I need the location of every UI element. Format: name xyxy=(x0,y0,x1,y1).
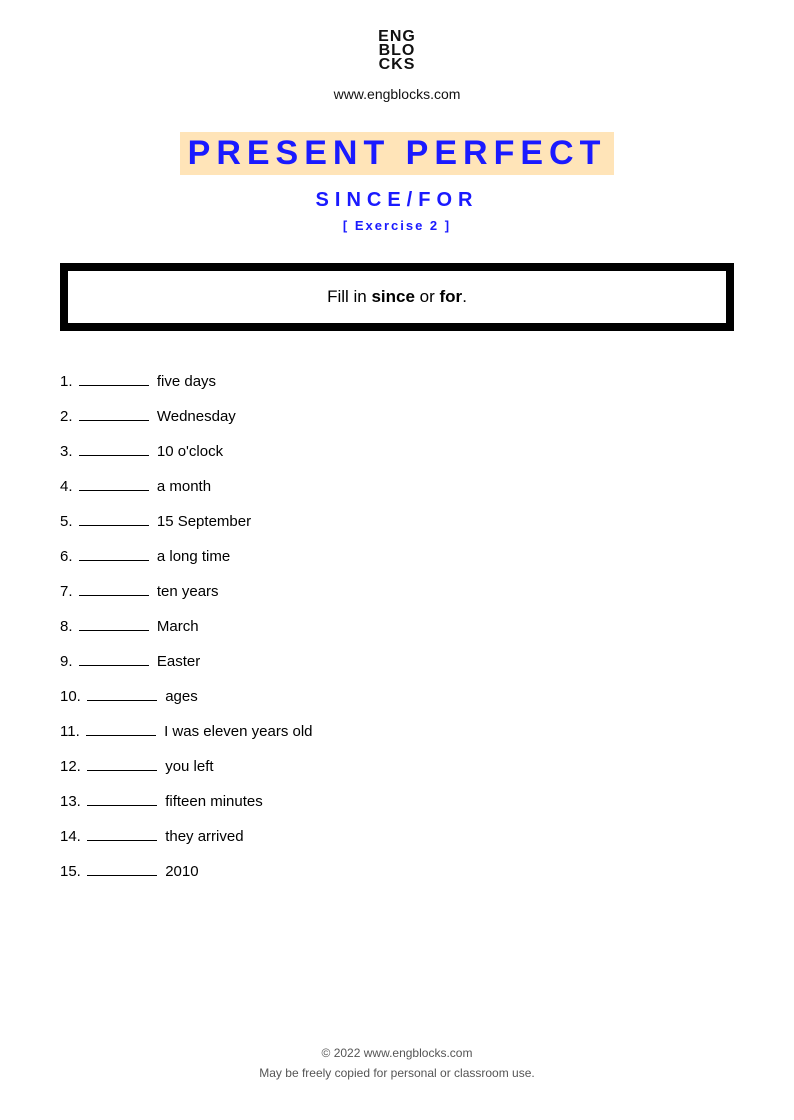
fill-blank[interactable] xyxy=(86,722,156,736)
item-number: 7. xyxy=(60,583,73,600)
fill-blank[interactable] xyxy=(79,372,149,386)
item-number: 15. xyxy=(60,863,81,880)
exercise-item: 14. they arrived xyxy=(60,826,734,847)
footer-copyright: © 2022 www.engblocks.com xyxy=(0,1046,794,1060)
item-number: 12. xyxy=(60,758,81,775)
fill-blank[interactable] xyxy=(87,827,157,841)
exercise-item: 7. ten years xyxy=(60,581,734,602)
exercise-item: 3. 10 o'clock xyxy=(60,441,734,462)
instruction-pre: Fill in xyxy=(327,287,371,306)
item-text: ages xyxy=(161,688,198,705)
exercise-item: 13. fifteen minutes xyxy=(60,791,734,812)
item-text: Easter xyxy=(153,653,201,670)
item-number: 14. xyxy=(60,828,81,845)
item-text: 15 September xyxy=(153,513,251,530)
exercise-items: 1. five days 2. Wednesday 3. 10 o'clock 4. … xyxy=(60,371,734,882)
page-footer: © 2022 www.engblocks.com May be freely c… xyxy=(0,1046,794,1080)
fill-blank[interactable] xyxy=(79,477,149,491)
item-number: 13. xyxy=(60,793,81,810)
fill-blank[interactable] xyxy=(79,652,149,666)
title-main: PRESENT PERFECT xyxy=(180,132,615,175)
fill-blank[interactable] xyxy=(79,617,149,631)
logo: ENG BLO CKS xyxy=(378,30,416,72)
item-number: 3. xyxy=(60,443,73,460)
item-text: I was eleven years old xyxy=(160,723,313,740)
exercise-item: 11. I was eleven years old xyxy=(60,721,734,742)
fill-blank[interactable] xyxy=(79,582,149,596)
exercise-item: 12. you left xyxy=(60,756,734,777)
exercise-item: 1. five days xyxy=(60,371,734,392)
item-number: 5. xyxy=(60,513,73,530)
item-text: Wednesday xyxy=(153,408,236,425)
item-number: 1. xyxy=(60,373,73,390)
fill-blank[interactable] xyxy=(79,407,149,421)
exercise-item: 2. Wednesday xyxy=(60,406,734,427)
item-text: a long time xyxy=(153,548,231,565)
instruction-post: . xyxy=(462,287,467,306)
title-exercise: [ Exercise 2 ] xyxy=(60,218,734,233)
exercise-item: 5. 15 September xyxy=(60,511,734,532)
footer-license: May be freely copied for personal or cla… xyxy=(0,1066,794,1080)
item-number: 6. xyxy=(60,548,73,565)
exercise-item: 15. 2010 xyxy=(60,861,734,882)
website-url: www.engblocks.com xyxy=(60,86,734,102)
item-text: fifteen minutes xyxy=(161,793,263,810)
instruction-word1: since xyxy=(371,287,414,306)
item-text: March xyxy=(153,618,199,635)
item-number: 2. xyxy=(60,408,73,425)
fill-blank[interactable] xyxy=(87,862,157,876)
fill-blank[interactable] xyxy=(87,687,157,701)
item-text: 10 o'clock xyxy=(153,443,223,460)
fill-blank[interactable] xyxy=(79,512,149,526)
logo-line-3: CKS xyxy=(378,58,416,72)
fill-blank[interactable] xyxy=(79,547,149,561)
exercise-item: 4. a month xyxy=(60,476,734,497)
item-number: 4. xyxy=(60,478,73,495)
item-number: 11. xyxy=(60,723,80,740)
fill-blank[interactable] xyxy=(87,792,157,806)
title-block: PRESENT PERFECT SINCE/FOR [ Exercise 2 ] xyxy=(60,132,734,233)
item-number: 8. xyxy=(60,618,73,635)
item-text: a month xyxy=(153,478,211,495)
instruction-box: Fill in since or for. xyxy=(60,263,734,331)
exercise-item: 9. Easter xyxy=(60,651,734,672)
instruction-word2: for xyxy=(440,287,463,306)
item-text: they arrived xyxy=(161,828,244,845)
exercise-item: 10. ages xyxy=(60,686,734,707)
fill-blank[interactable] xyxy=(79,442,149,456)
exercise-item: 8. March xyxy=(60,616,734,637)
exercise-item: 6. a long time xyxy=(60,546,734,567)
item-number: 9. xyxy=(60,653,73,670)
item-text: you left xyxy=(161,758,214,775)
item-text: 2010 xyxy=(161,863,199,880)
instruction-mid: or xyxy=(415,287,440,306)
item-text: ten years xyxy=(153,583,219,600)
title-sub: SINCE/FOR xyxy=(60,189,734,212)
item-text: five days xyxy=(153,373,216,390)
fill-blank[interactable] xyxy=(87,757,157,771)
item-number: 10. xyxy=(60,688,81,705)
page-header: ENG BLO CKS www.engblocks.com xyxy=(60,30,734,102)
